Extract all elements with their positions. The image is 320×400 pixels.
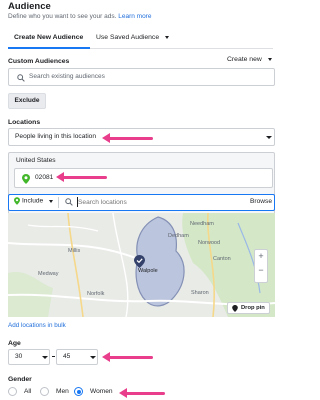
location-type-value: People living in this location <box>15 133 97 140</box>
chevron-down-icon <box>90 356 96 359</box>
map-place-label: Canton <box>213 256 231 262</box>
location-pin-icon <box>14 197 20 205</box>
annotation-arrow <box>119 388 165 398</box>
gender-option-label: Women <box>90 388 113 395</box>
audience-tabs: Create New Audience Use Saved Audience <box>8 30 273 49</box>
learn-more-link[interactable]: Learn more <box>118 13 151 20</box>
annotation-arrow <box>102 352 153 362</box>
tab-create-new-audience[interactable]: Create New Audience <box>8 30 90 49</box>
search-placeholder: Search existing audiences <box>29 73 105 80</box>
age-range-dash <box>52 356 55 357</box>
location-search-input[interactable] <box>78 196 228 209</box>
gender-radio-all[interactable] <box>8 387 17 396</box>
zoom-out-button[interactable]: − <box>255 265 267 275</box>
add-locations-in-bulk-link[interactable]: Add locations in bulk <box>8 322 66 329</box>
section-subtitle: Define who you want to see your ads. Lea… <box>8 13 151 20</box>
drop-pin-label: Drop pin <box>241 305 265 311</box>
chevron-down-icon <box>267 57 272 61</box>
map-marker-icon <box>134 255 145 268</box>
pin-icon <box>232 305 238 312</box>
map-zoom-controls: + − <box>254 249 268 283</box>
country-label: United States <box>16 157 56 164</box>
gender-option-label: All <box>24 388 32 395</box>
browse-link[interactable]: Browse <box>250 198 272 205</box>
chevron-down-icon <box>266 136 272 139</box>
custom-audience-search-input[interactable]: Search existing audiences <box>8 68 275 86</box>
gender-radio-women[interactable] <box>74 387 83 396</box>
search-icon <box>17 74 25 82</box>
selected-location-chip[interactable]: 02081 <box>14 168 273 188</box>
map-place-label: Sharon <box>191 290 209 296</box>
chevron-down-icon <box>165 35 169 39</box>
include-dropdown[interactable]: Include <box>14 197 54 205</box>
location-map[interactable]: Needham Dedham Norwood Millis Walpole Ca… <box>8 213 275 317</box>
custom-audiences-label: Custom Audiences <box>8 58 70 65</box>
annotation-arrow <box>102 133 153 143</box>
map-place-label: Dedham <box>168 233 189 239</box>
zoom-in-button[interactable]: + <box>255 251 267 261</box>
create-new-label: Create new <box>227 56 262 63</box>
annotation-arrow <box>56 172 107 182</box>
map-place-label: Norfolk <box>87 291 105 297</box>
create-new-dropdown[interactable]: Create new <box>227 56 272 63</box>
age-label: Age <box>8 340 21 347</box>
tab-label: Create New Audience <box>14 34 84 41</box>
locations-label: Locations <box>8 119 41 126</box>
map-place-label: Norwood <box>198 240 221 246</box>
age-max-value: 45 <box>63 353 71 360</box>
exclude-button[interactable]: Exclude <box>8 93 46 109</box>
include-label: Include <box>21 197 44 205</box>
chevron-down-icon <box>42 356 48 359</box>
zip-code-value: 02081 <box>35 174 54 181</box>
search-icon <box>65 198 73 206</box>
gender-option-label: Men <box>56 388 69 395</box>
drop-pin-button[interactable]: Drop pin <box>227 302 270 314</box>
map-place-label: Millis <box>68 248 81 254</box>
location-pin-icon <box>22 174 30 184</box>
section-title: Audience <box>8 1 51 12</box>
gender-label: Gender <box>8 376 32 383</box>
tab-label: Use Saved Audience <box>96 34 160 41</box>
tab-use-saved-audience[interactable]: Use Saved Audience <box>96 30 169 49</box>
age-min-value: 30 <box>15 353 23 360</box>
subtitle-text: Define who you want to see your ads. <box>8 13 117 20</box>
divider <box>58 197 59 208</box>
map-place-label: Medway <box>38 271 59 277</box>
chevron-down-icon <box>49 199 54 203</box>
map-place-label: Needham <box>190 221 214 227</box>
age-max-select[interactable]: 45 <box>56 349 98 365</box>
gender-radio-men[interactable] <box>40 387 49 396</box>
map-place-label: Walpole <box>138 268 158 274</box>
age-min-select[interactable]: 30 <box>8 349 50 365</box>
